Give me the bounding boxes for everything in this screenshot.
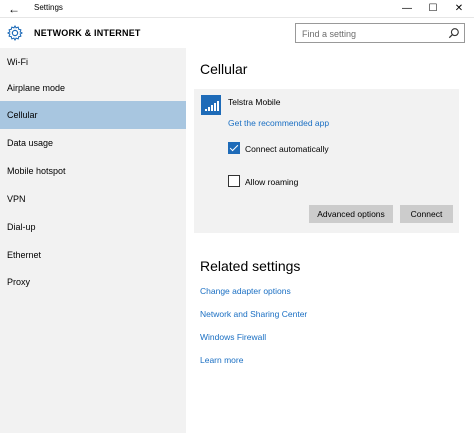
learn-more-link[interactable]: Learn more [200,355,243,365]
change-adapter-options-link[interactable]: Change adapter options [200,286,291,296]
carrier-name: Telstra Mobile [228,97,281,107]
allow-roaming-label: Allow roaming [245,177,299,187]
sidebar-item-mobile-hotspot[interactable]: Mobile hotspot [0,157,186,185]
connect-automatically-label: Connect automatically [245,144,329,154]
back-arrow-icon[interactable]: ← [6,1,22,17]
connect-button[interactable]: Connect [400,205,453,223]
search-icon[interactable] [448,27,460,39]
connect-automatically-checkbox[interactable] [228,142,240,154]
sidebar: Wi-Fi Airplane mode Cellular Data usage … [0,48,186,433]
windows-firewall-link[interactable]: Windows Firewall [200,332,266,342]
minimize-button[interactable]: — [394,0,420,18]
close-button[interactable]: ✕ [446,0,472,18]
sidebar-item-cellular[interactable]: Cellular [0,101,186,129]
cellular-connection-card[interactable]: Telstra Mobile Get the recommended app C… [194,89,459,233]
title-bar: ← Settings — ☐ ✕ [0,0,474,18]
sidebar-item-ethernet[interactable]: Ethernet [0,241,186,269]
gear-icon [7,25,23,41]
page-title: NETWORK & INTERNET [34,28,141,38]
window-title: Settings [34,3,63,12]
sidebar-item-wifi[interactable]: Wi-Fi [0,48,186,76]
related-settings-title: Related settings [200,258,301,274]
section-title-cellular: Cellular [200,61,248,77]
sidebar-item-proxy[interactable]: Proxy [0,268,186,296]
sidebar-item-dial-up[interactable]: Dial-up [0,213,186,241]
cellular-signal-icon [201,95,221,115]
maximize-button[interactable]: ☐ [420,0,446,18]
main-content: Cellular Telstra Mobile Get the recommen… [186,48,474,433]
sidebar-item-data-usage[interactable]: Data usage [0,129,186,157]
sidebar-item-airplane-mode[interactable]: Airplane mode [0,74,186,102]
network-sharing-center-link[interactable]: Network and Sharing Center [200,309,307,319]
allow-roaming-checkbox[interactable] [228,175,240,187]
sidebar-item-vpn[interactable]: VPN [0,185,186,213]
search-box[interactable] [295,23,465,43]
page-header: NETWORK & INTERNET [0,18,474,48]
search-input[interactable] [296,25,436,43]
advanced-options-button[interactable]: Advanced options [309,205,393,223]
get-recommended-app-link[interactable]: Get the recommended app [228,118,329,128]
